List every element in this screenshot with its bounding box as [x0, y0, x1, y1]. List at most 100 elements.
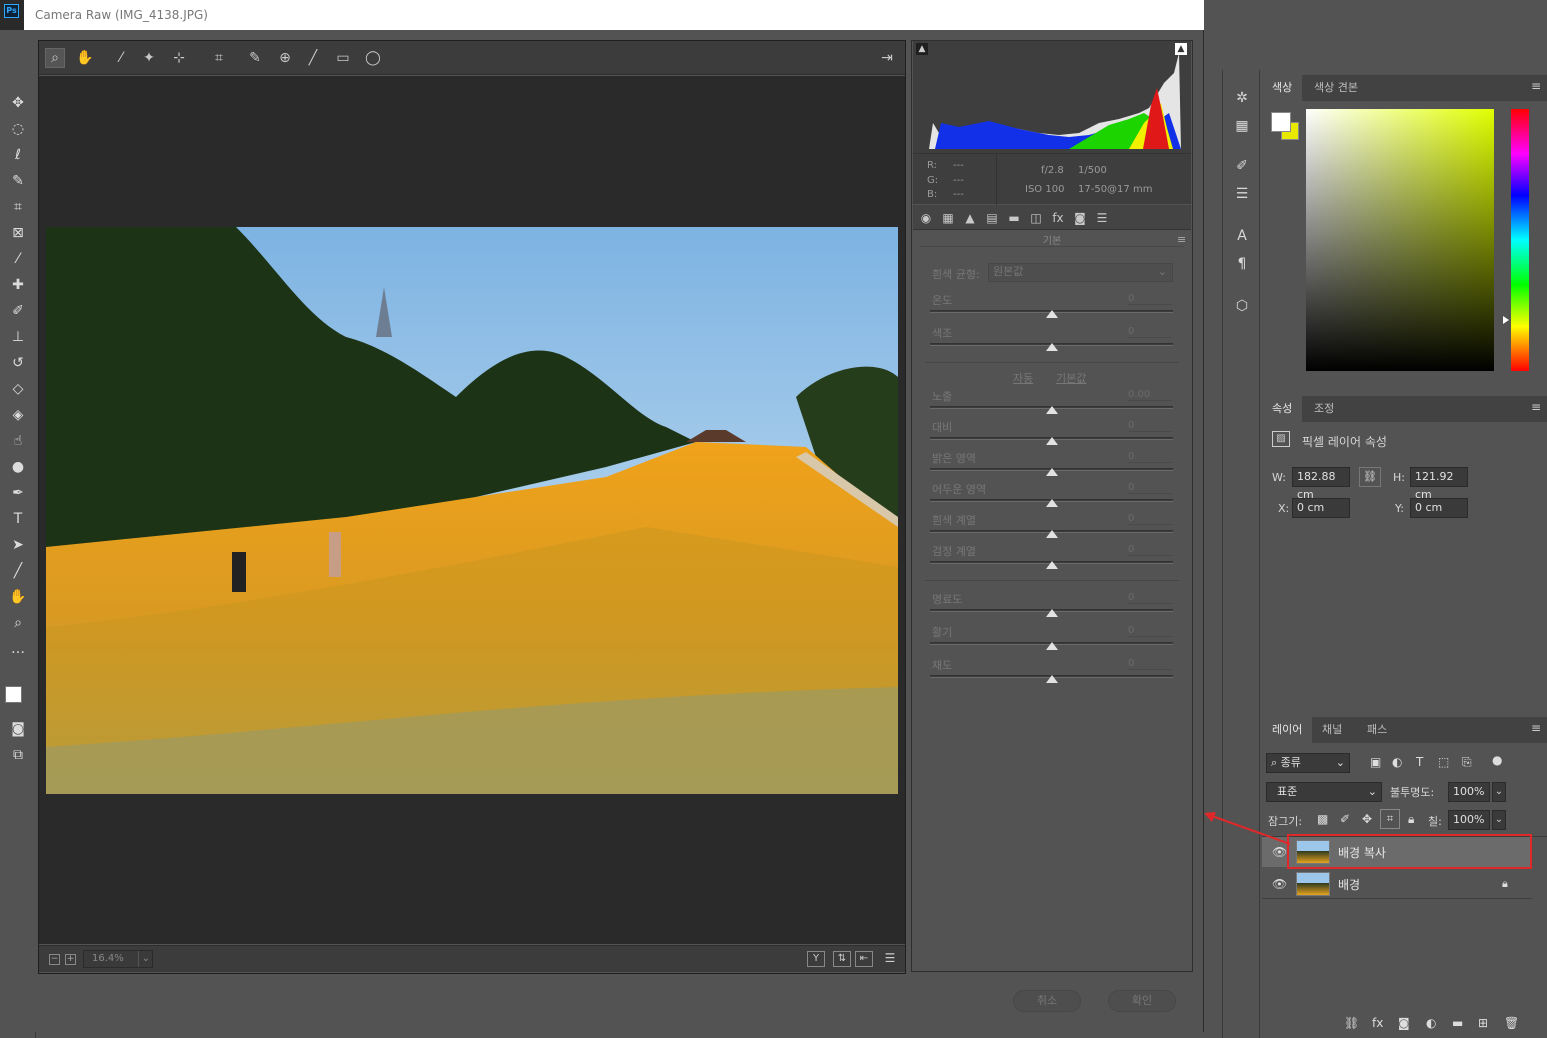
lock-pixels-icon[interactable]: ✐	[1340, 812, 1350, 826]
default-link[interactable]: 기본값	[1056, 370, 1086, 386]
chevron-down-icon[interactable]: ⌄	[1492, 782, 1506, 802]
slider-handle[interactable]	[1045, 530, 1058, 538]
before-after-icon[interactable]: Y	[807, 951, 825, 967]
chevron-down-icon[interactable]: ⌄	[1492, 810, 1506, 830]
slider-value-field[interactable]: 0	[1128, 420, 1172, 432]
slider-value-field[interactable]: 0	[1128, 326, 1172, 338]
panel-menu-icon[interactable]: ≡	[1531, 722, 1541, 734]
3d-icon[interactable]: ⬡	[1232, 296, 1252, 316]
tab-swatches[interactable]: 색상 견본	[1304, 75, 1368, 101]
slider-value-field[interactable]: 0	[1128, 658, 1172, 670]
tone-curve-tab-icon[interactable]: ▦	[939, 209, 957, 227]
basic-tab-icon[interactable]: ◉	[917, 209, 935, 227]
swap-settings-icon[interactable]: ⇅	[833, 951, 851, 967]
trash-icon[interactable]: 🗑︎	[1504, 1016, 1519, 1030]
color-fg-swatch[interactable]	[1271, 112, 1291, 132]
slider-handle[interactable]	[1045, 343, 1058, 351]
targeted-adjust-icon[interactable]: ⊹	[169, 48, 189, 68]
auto-link[interactable]: 자동	[1013, 370, 1033, 386]
toggle-settings-icon[interactable]: ☰	[881, 951, 899, 967]
slider-value-field[interactable]: 0	[1128, 544, 1172, 556]
red-eye-icon[interactable]: ⊕	[275, 48, 295, 68]
x-field[interactable]: 0 cm	[1292, 498, 1350, 518]
filter-type-icon[interactable]: T	[1416, 755, 1423, 769]
filter-pixel-icon[interactable]: ▣	[1370, 755, 1381, 769]
slider-handle[interactable]	[1045, 437, 1058, 445]
hand-icon[interactable]: ✋	[75, 48, 95, 68]
detail-tab-icon[interactable]: ▲	[961, 209, 979, 227]
width-field[interactable]: 182.88 cm	[1292, 467, 1350, 501]
filter-smart-object-icon[interactable]: ⎘	[1462, 755, 1472, 770]
cancel-button[interactable]: 취소	[1013, 990, 1081, 1012]
zoom-icon[interactable]: ⌕	[45, 48, 65, 68]
ok-button[interactable]: 확인	[1108, 990, 1176, 1012]
slider-value-field[interactable]: 0	[1128, 513, 1172, 525]
tab-channels[interactable]: 채널	[1312, 717, 1352, 743]
tab-adjustments[interactable]: 조정	[1304, 396, 1344, 422]
paragraph-icon[interactable]: ¶	[1232, 254, 1252, 274]
link-layers-icon[interactable]: ⛓	[1344, 1016, 1359, 1030]
open-preferences-icon[interactable]: ⇥	[877, 48, 897, 68]
adjustment-brush-icon[interactable]: ╱	[303, 48, 323, 68]
new-adjustment-icon[interactable]: ◐	[1426, 1016, 1436, 1030]
fx-icon[interactable]: fx	[1372, 1016, 1383, 1030]
color-sampler-icon[interactable]: ✦	[139, 48, 159, 68]
slider-handle[interactable]	[1045, 406, 1058, 414]
lock-transparent-icon[interactable]: ▩	[1317, 812, 1328, 826]
radial-filter-icon[interactable]: ◯	[363, 48, 383, 68]
slider-value-field[interactable]: 0	[1128, 625, 1172, 637]
slider-handle[interactable]	[1045, 642, 1058, 650]
visibility-eye-icon[interactable]: 👁︎	[1272, 877, 1287, 891]
slider-value-field[interactable]: 0	[1128, 592, 1172, 604]
tab-paths[interactable]: 패스	[1357, 717, 1397, 743]
link-dimensions-icon[interactable]: ⛓	[1359, 467, 1381, 487]
lock-position-icon[interactable]: ✥	[1362, 812, 1372, 826]
panel-menu-icon[interactable]: ≡	[1177, 233, 1186, 246]
panel-menu-icon[interactable]: ≡	[1531, 80, 1541, 92]
slider-value-field[interactable]: 0	[1128, 293, 1172, 305]
slider-handle[interactable]	[1045, 468, 1058, 476]
zoom-in-icon[interactable]: +	[65, 954, 76, 965]
copy-settings-icon[interactable]: ⇤	[855, 951, 873, 967]
graduated-filter-icon[interactable]: ▭	[333, 48, 353, 68]
add-mask-icon[interactable]: ◙	[1398, 1016, 1410, 1030]
camera-calibration-tab-icon[interactable]: ◙	[1071, 209, 1089, 227]
split-toning-tab-icon[interactable]: ▬	[1005, 209, 1023, 227]
crop-icon[interactable]: ⌗	[209, 48, 229, 68]
fx-tab-icon[interactable]: fx	[1049, 209, 1067, 227]
color-field[interactable]	[1306, 109, 1494, 371]
slider-handle[interactable]	[1045, 675, 1058, 683]
opacity-field[interactable]: 100%	[1448, 782, 1490, 802]
tab-layers[interactable]: 레이어	[1262, 717, 1313, 743]
slider-handle[interactable]	[1045, 499, 1058, 507]
character-icon[interactable]: A	[1232, 226, 1252, 246]
presets-tab-icon[interactable]: ☰	[1093, 209, 1111, 227]
filter-shape-icon[interactable]: ⬚	[1438, 755, 1449, 769]
slider-value-field[interactable]: 0	[1128, 451, 1172, 463]
hue-slider[interactable]	[1511, 109, 1529, 371]
lock-all-icon[interactable]: 🔒︎	[1408, 812, 1414, 827]
hue-slider-handle[interactable]	[1503, 316, 1509, 324]
new-group-icon[interactable]: ▬	[1452, 1016, 1463, 1030]
white-balance-select[interactable]: 원본값 ⌄	[988, 263, 1173, 282]
new-layer-icon[interactable]: ⊞	[1478, 1016, 1488, 1030]
tab-color[interactable]: 색상	[1262, 75, 1303, 101]
tab-properties[interactable]: 속성	[1262, 396, 1303, 422]
y-field[interactable]: 0 cm	[1410, 498, 1468, 518]
brush-settings-icon[interactable]: ✐	[1232, 156, 1252, 176]
slider-value-field[interactable]: 0	[1128, 482, 1172, 494]
zoom-out-icon[interactable]: −	[49, 954, 60, 965]
foreground-color-swatch[interactable]	[5, 686, 22, 703]
filter-adjustment-icon[interactable]: ◐	[1392, 755, 1402, 769]
layer-filter-select[interactable]: ⌕ 종류 ⌄	[1266, 753, 1350, 773]
fill-field[interactable]: 100%	[1448, 810, 1490, 830]
panel-menu-icon[interactable]: ≡	[1531, 401, 1541, 413]
height-field[interactable]: 121.92 cm	[1410, 467, 1468, 501]
slider-handle[interactable]	[1045, 561, 1058, 569]
lens-tab-icon[interactable]: ◫	[1027, 209, 1045, 227]
white-balance-icon[interactable]: ⁄	[111, 48, 131, 68]
spot-removal-icon[interactable]: ✎	[245, 48, 265, 68]
lock-artboard-icon[interactable]: ⌗	[1380, 809, 1400, 829]
zoom-level-field[interactable]: 16.4% ⌄	[83, 950, 153, 968]
adjust-icon[interactable]: ☰	[1232, 184, 1252, 204]
